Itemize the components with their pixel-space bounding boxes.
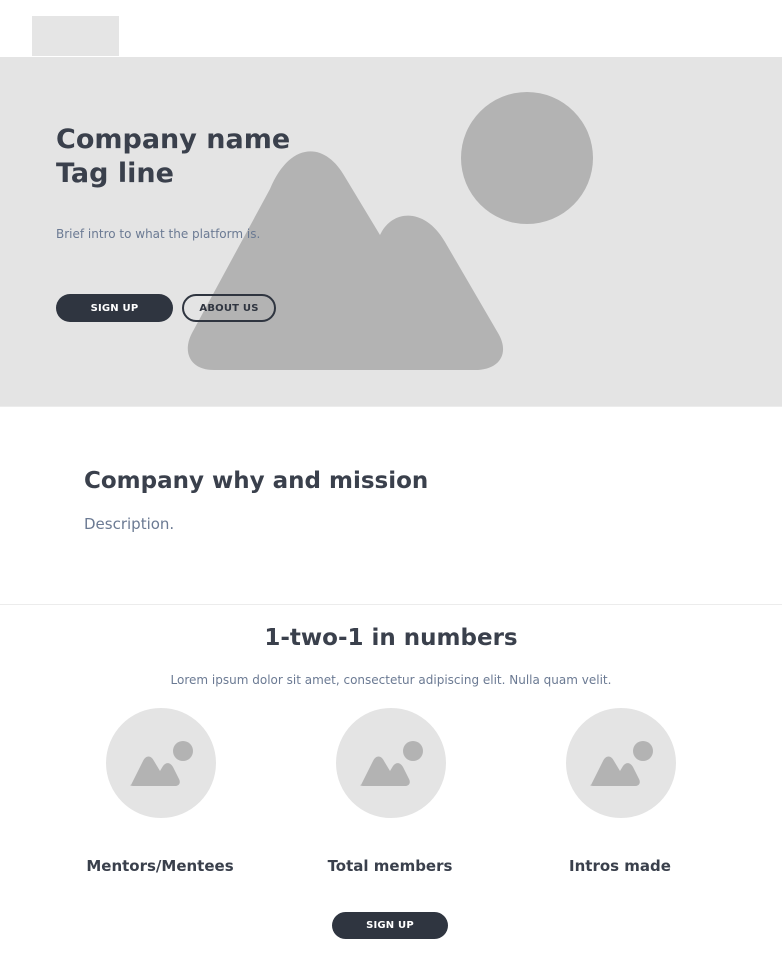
mission-section: Company why and mission Description.: [0, 406, 782, 604]
company-name: Company name: [56, 124, 291, 155]
signup-button[interactable]: SIGN UP: [56, 294, 173, 322]
mission-description: Description.: [84, 515, 175, 533]
numbers-title: 1-two-1 in numbers: [264, 625, 518, 651]
stat-label: Intros made: [569, 857, 671, 875]
mission-title: Company why and mission: [84, 468, 429, 494]
image-placeholder-icon: [336, 708, 446, 818]
image-placeholder-icon: [566, 708, 676, 818]
tag-line: Tag line: [56, 158, 174, 189]
stat-label: Mentors/Mentees: [86, 857, 234, 875]
hero-title: Company name Tag line: [56, 123, 290, 191]
numbers-lead: Lorem ipsum dolor sit amet, consectetur …: [170, 673, 612, 687]
numbers-section: 1-two-1 in numbers Lorem ipsum dolor sit…: [0, 604, 782, 958]
stat-label: Total members: [327, 857, 453, 875]
top-nav: [0, 0, 782, 57]
about-us-button[interactable]: ABOUT US: [182, 294, 276, 322]
hero-section: Company name Tag line Brief intro to wha…: [0, 57, 782, 406]
image-placeholder-icon: [106, 708, 216, 818]
hero-intro: Brief intro to what the platform is.: [56, 227, 261, 241]
signup-button-bottom[interactable]: SIGN UP: [332, 912, 448, 939]
sun-circle: [461, 92, 593, 224]
logo-placeholder[interactable]: [32, 16, 119, 56]
